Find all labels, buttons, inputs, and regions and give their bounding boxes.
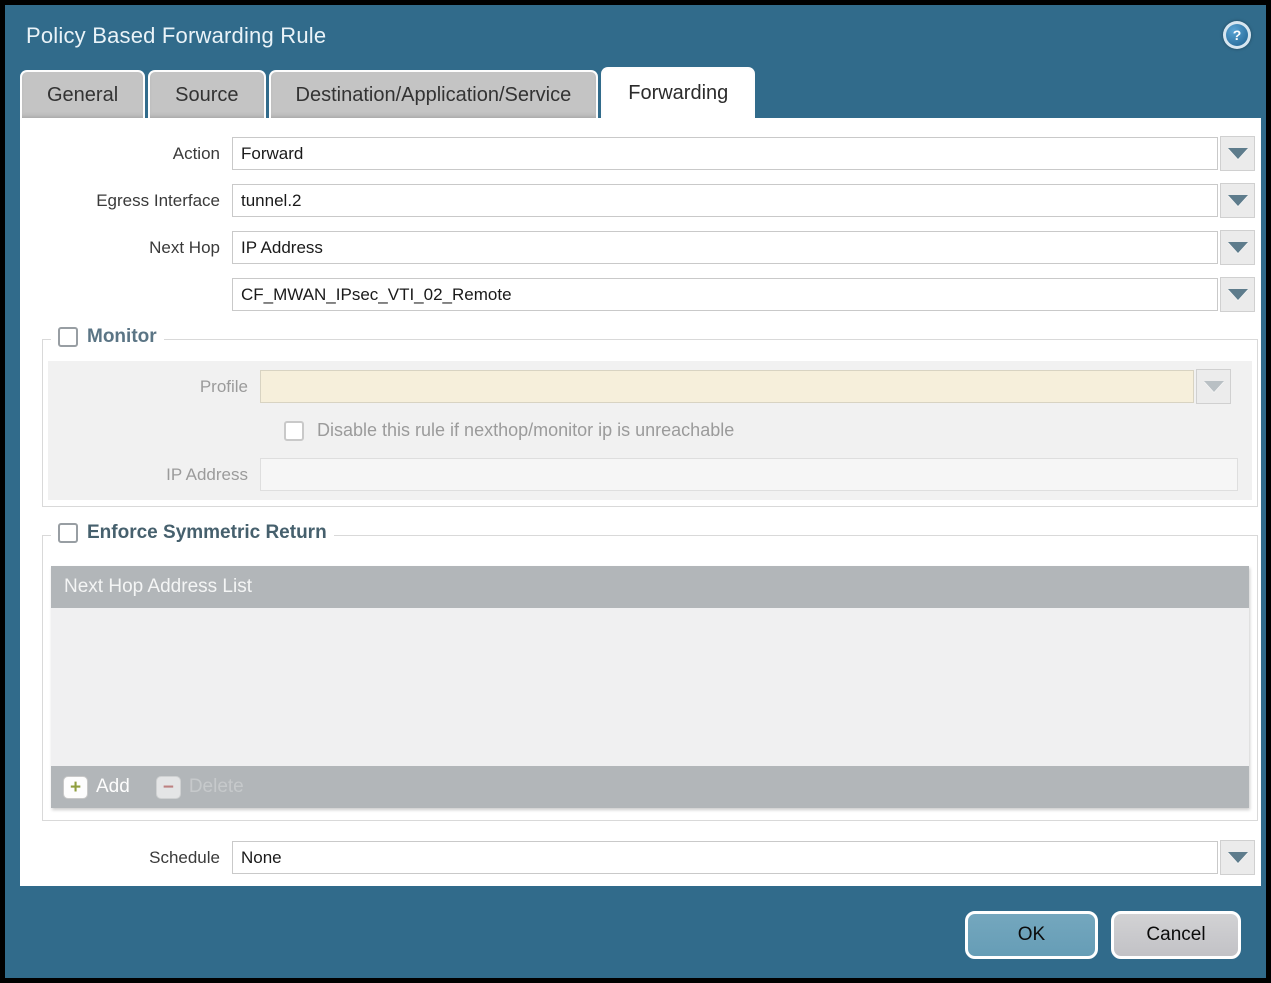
schedule-row: Schedule [20, 840, 1255, 875]
next-hop-address-list-body [51, 608, 1249, 766]
monitor-legend-label: Monitor [87, 326, 157, 348]
ok-button[interactable]: OK [965, 911, 1098, 959]
help-button[interactable]: ? [1223, 21, 1251, 49]
schedule-dropdown-button[interactable] [1220, 840, 1255, 875]
dialog-footer: OK Cancel [965, 911, 1241, 959]
action-label: Action [20, 144, 232, 164]
tab-bar: General Source Destination/Application/S… [5, 67, 1266, 118]
egress-interface-select[interactable] [232, 184, 1218, 217]
action-dropdown-button[interactable] [1220, 136, 1255, 171]
tab-source[interactable]: Source [148, 70, 265, 118]
schedule-label: Schedule [20, 848, 232, 868]
schedule-select[interactable] [232, 841, 1218, 874]
tab-label: Source [175, 84, 238, 107]
cancel-button[interactable]: Cancel [1111, 911, 1241, 959]
monitor-ip-address-row: IP Address [48, 458, 1244, 491]
enforce-symmetric-return-checkbox[interactable] [58, 523, 78, 543]
egress-interface-row: Egress Interface [20, 183, 1255, 218]
monitor-legend: Monitor [51, 326, 164, 348]
delete-button-label: Delete [189, 776, 244, 798]
dialog-titlebar: Policy Based Forwarding Rule ? [5, 5, 1266, 67]
delete-button: − Delete [156, 776, 244, 799]
disable-rule-checkbox [284, 421, 304, 441]
disable-rule-label: Disable this rule if nexthop/monitor ip … [317, 420, 734, 441]
enforce-symmetric-return-legend-label: Enforce Symmetric Return [87, 522, 327, 544]
profile-dropdown-button [1196, 369, 1231, 404]
chevron-down-icon [1204, 381, 1224, 392]
monitor-checkbox[interactable] [58, 327, 78, 347]
egress-interface-label: Egress Interface [20, 191, 232, 211]
tab-general[interactable]: General [20, 70, 145, 118]
chevron-down-icon [1228, 289, 1248, 300]
dialog-title: Policy Based Forwarding Rule [26, 23, 326, 49]
next-hop-address-input[interactable] [232, 278, 1218, 311]
next-hop-row: Next Hop [20, 230, 1255, 265]
next-hop-label: Next Hop [20, 238, 232, 258]
next-hop-address-list-footer: + Add − Delete [51, 766, 1249, 808]
tab-label: Forwarding [628, 82, 728, 105]
disable-rule-row: Disable this rule if nexthop/monitor ip … [284, 420, 1252, 441]
tab-destination-application-service[interactable]: Destination/Application/Service [269, 70, 599, 118]
profile-label: Profile [48, 377, 260, 397]
egress-interface-dropdown-button[interactable] [1220, 183, 1255, 218]
next-hop-type-select[interactable] [232, 231, 1218, 264]
next-hop-address-list-header: Next Hop Address List [51, 566, 1249, 608]
chevron-down-icon [1228, 852, 1248, 863]
monitor-ip-address-input [260, 458, 1238, 491]
monitor-ip-address-label: IP Address [48, 465, 260, 485]
monitor-section: Monitor Profile Disable this rule if nex… [42, 339, 1258, 507]
tab-label: General [47, 84, 118, 107]
action-select[interactable] [232, 137, 1218, 170]
add-button-label: Add [96, 776, 130, 798]
screen: Policy Based Forwarding Rule ? General S… [0, 0, 1271, 983]
minus-glyph: − [163, 778, 174, 797]
pbf-rule-dialog: Policy Based Forwarding Rule ? General S… [5, 5, 1266, 978]
profile-row: Profile [48, 369, 1244, 404]
add-button[interactable]: + Add [63, 776, 130, 799]
next-hop-type-dropdown-button[interactable] [1220, 230, 1255, 265]
tab-label: Destination/Application/Service [296, 84, 572, 107]
action-row: Action [20, 136, 1255, 171]
next-hop-address-list-table: Next Hop Address List + Add − [51, 566, 1249, 808]
chevron-down-icon [1228, 148, 1248, 159]
next-hop-address-dropdown-button[interactable] [1220, 277, 1255, 312]
enforce-symmetric-return-legend: Enforce Symmetric Return [51, 522, 334, 544]
monitor-body: Profile Disable this rule if nexthop/mon… [48, 361, 1252, 500]
enforce-symmetric-return-section: Enforce Symmetric Return Next Hop Addres… [42, 535, 1258, 821]
minus-icon: − [156, 776, 181, 799]
profile-select [260, 370, 1194, 403]
plus-icon: + [63, 776, 88, 799]
chevron-down-icon [1228, 242, 1248, 253]
tab-forwarding[interactable]: Forwarding [601, 67, 755, 118]
forwarding-tab-panel: Action Egress Interface Next Hop [20, 118, 1261, 886]
next-hop-address-row [20, 277, 1255, 312]
help-icon: ? [1226, 24, 1248, 46]
chevron-down-icon [1228, 195, 1248, 206]
plus-glyph: + [70, 778, 81, 797]
